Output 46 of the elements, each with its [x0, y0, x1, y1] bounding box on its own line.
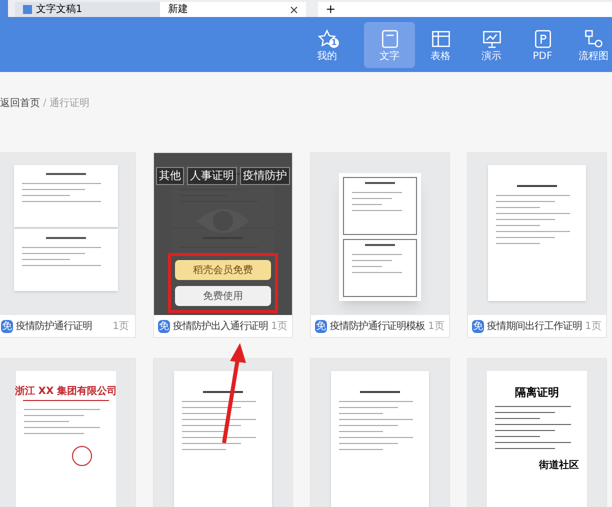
template-title[interactable]: 疫情期间出行工作证明 — [487, 318, 582, 334]
page-count: 1页 — [585, 320, 602, 334]
free-use-button[interactable]: 免费使用 — [175, 286, 271, 306]
page-count: 1页 — [112, 320, 129, 334]
new-tab-button[interactable]: + — [318, 2, 612, 17]
close-icon[interactable] — [290, 6, 298, 14]
free-badge: 免 — [315, 320, 327, 332]
template-title[interactable]: 疫情防护通行证明模板 — [330, 318, 425, 334]
free-badge: 免 — [158, 320, 170, 332]
breadcrumb-separator: / — [43, 96, 46, 110]
template-card[interactable]: 其他 人事证明 疫情防护 稻壳会员免费 免费使用 免 疫情防护出入通行证明 1页 — [153, 152, 293, 338]
toolbar-button[interactable]: 我的 1 — [302, 22, 352, 68]
breadcrumb-current: 通行证明 — [49, 96, 90, 110]
toolbar-button[interactable]: 表格 — [415, 22, 466, 68]
breadcrumb-link[interactable]: 返回首页 — [0, 96, 40, 110]
browser-tab[interactable]: 文字文稿1 — [14, 2, 160, 17]
free-badge: 免 — [472, 320, 484, 332]
tab-label: 文字文稿1 — [36, 4, 82, 14]
toolbar-button[interactable]: 演示 — [466, 22, 517, 68]
template-card[interactable]: 浙江 XX 集团有限公司 — [0, 358, 136, 507]
page-count: 1页 — [271, 320, 288, 334]
letterhead-title: 浙江 XX 集团有限公司 — [14, 387, 118, 397]
template-title[interactable]: 疫情防护通行证明 — [16, 318, 92, 334]
tag-label[interactable]: 疫情防护 — [240, 167, 290, 185]
browser-tab[interactable]: 新建 — [160, 2, 306, 17]
template-title[interactable]: 疫情防护出入通行证明 — [173, 318, 268, 334]
tab-label: 新建 — [168, 4, 188, 14]
seal-icon — [72, 446, 92, 466]
member-free-button[interactable]: 稻壳会员免费 — [175, 260, 271, 280]
toolbar-button[interactable]: PDF — [517, 22, 568, 68]
template-card[interactable] — [153, 358, 293, 507]
template-card[interactable]: 免 疫情防护通行证明 1页 — [0, 152, 136, 338]
tag-label[interactable]: 人事证明 — [187, 167, 237, 185]
notice-title: 隔离证明 — [515, 387, 559, 398]
page-count: 1页 — [428, 320, 444, 334]
template-card[interactable]: 隔离证明 街道社区 — [467, 358, 607, 507]
template-card[interactable]: 免 疫情防护通行证明模板 1页 — [310, 152, 450, 338]
flowchart-icon — [582, 28, 604, 50]
star-icon — [316, 28, 338, 50]
template-card[interactable]: 免 疫情期间出行工作证明 1页 — [467, 152, 607, 338]
signature-text: 街道社区 — [539, 461, 579, 471]
document-icon — [22, 5, 32, 14]
tag-label[interactable]: 其他 — [156, 167, 184, 185]
toolbar-button[interactable]: 流程图 — [568, 22, 612, 68]
notification-badge: 1 — [329, 38, 339, 48]
free-badge: 免 — [1, 320, 13, 332]
